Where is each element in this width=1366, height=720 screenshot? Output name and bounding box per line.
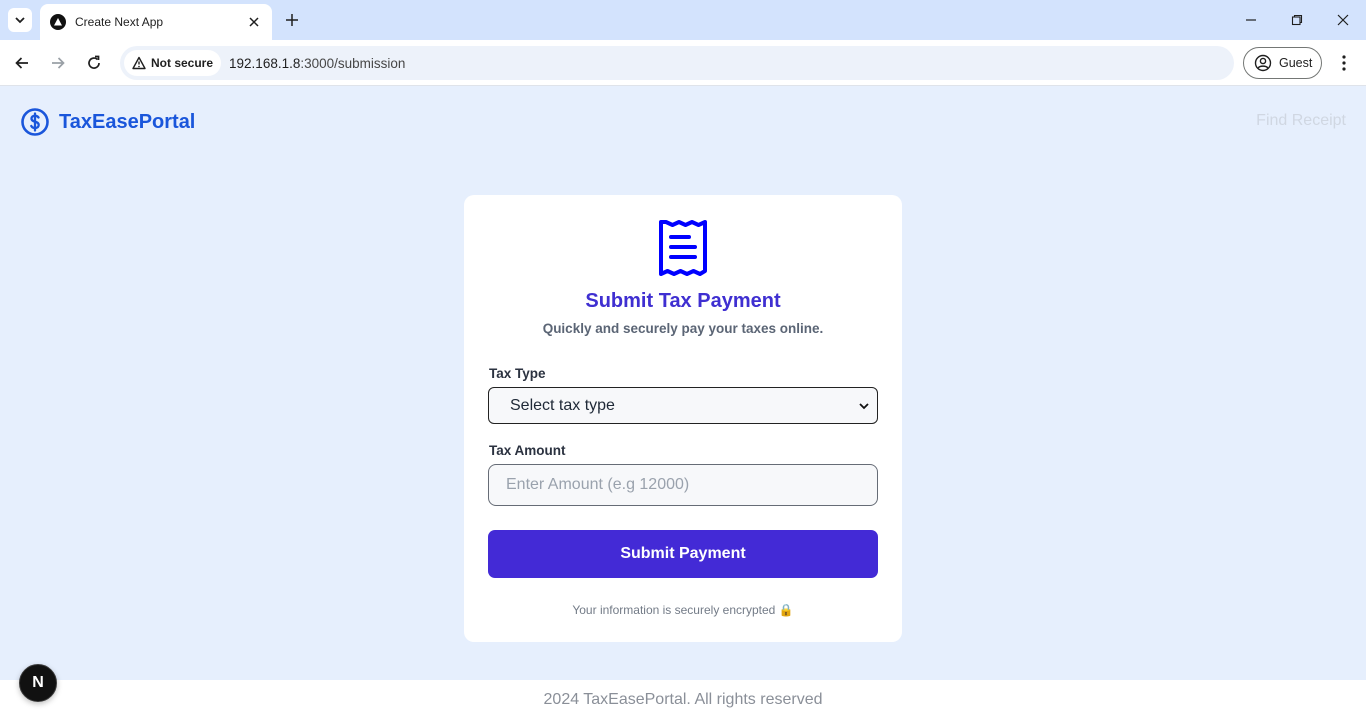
- profile-button[interactable]: Guest: [1243, 47, 1322, 79]
- forward-button[interactable]: [46, 51, 70, 75]
- brand-logo-link[interactable]: TaxEasePortal: [20, 107, 195, 137]
- new-tab-button[interactable]: [282, 10, 302, 30]
- browser-tab-active[interactable]: Create Next App: [40, 4, 272, 40]
- browser-toolbar: Not secure 192.168.1.8:3000/submission G…: [0, 40, 1366, 86]
- profile-icon: [1254, 54, 1272, 72]
- security-label: Not secure: [151, 56, 214, 70]
- secure-note: Your information is securely encrypted 🔒: [572, 603, 794, 617]
- url-path: :3000/submission: [300, 55, 406, 71]
- close-window-icon: [1337, 14, 1349, 26]
- tax-type-selected-value: Select tax type: [510, 396, 615, 414]
- security-chip[interactable]: Not secure: [124, 50, 222, 76]
- brand-name: TaxEasePortal: [59, 110, 196, 133]
- restore-icon: [1291, 14, 1303, 26]
- nextjs-dev-badge-letter: N: [32, 674, 44, 691]
- tab-list-button[interactable]: [8, 8, 32, 32]
- tax-type-label: Tax Type: [489, 366, 546, 381]
- find-receipt-link[interactable]: Find Receipt: [1256, 112, 1346, 130]
- submit-payment-label: Submit Payment: [620, 545, 746, 562]
- card-subtitle: Quickly and securely pay your taxes onli…: [542, 321, 824, 336]
- kebab-menu-icon: [1342, 55, 1346, 71]
- nextjs-favicon-icon: [50, 14, 66, 30]
- submit-payment-button[interactable]: Submit Payment: [488, 530, 878, 578]
- reload-button[interactable]: [82, 51, 106, 75]
- payment-card: Submit Tax Payment Quickly and securely …: [464, 195, 902, 642]
- browser-menu-button[interactable]: [1333, 51, 1355, 75]
- restore-button[interactable]: [1287, 10, 1307, 30]
- plus-icon: [286, 14, 298, 26]
- forward-arrow-icon: [52, 57, 65, 69]
- tax-amount-placeholder: Enter Amount (e.g 12000): [506, 476, 690, 493]
- nextjs-dev-badge[interactable]: N: [19, 664, 57, 702]
- chevron-down-icon: [859, 402, 869, 409]
- address-bar[interactable]: Not secure 192.168.1.8:3000/submission: [120, 46, 1234, 80]
- close-window-button[interactable]: [1333, 10, 1353, 30]
- tab-list-icon: [15, 17, 25, 24]
- tab-close-button[interactable]: [246, 14, 262, 30]
- url-host: 192.168.1.8: [229, 55, 301, 71]
- tax-amount-input[interactable]: Enter Amount (e.g 12000): [488, 464, 878, 506]
- dollar-circle-icon: [21, 108, 49, 136]
- tab-title: Create Next App: [75, 15, 164, 29]
- page-content: TaxEasePortal Find Receipt Submit Tax Pa…: [0, 87, 1366, 720]
- warning-icon: [132, 56, 146, 70]
- footer: 2024 TaxEasePortal. All rights reserved: [0, 680, 1366, 720]
- profile-label: Guest: [1279, 56, 1313, 70]
- tax-type-select[interactable]: Select tax type: [488, 387, 878, 424]
- minimize-button[interactable]: [1241, 10, 1261, 30]
- close-icon: [249, 17, 259, 27]
- browser-tab-bar: Create Next App: [0, 0, 1366, 40]
- card-title: Submit Tax Payment: [585, 290, 781, 312]
- footer-text: 2024 TaxEasePortal. All rights reserved: [543, 691, 823, 708]
- back-button[interactable]: [10, 51, 34, 75]
- tax-amount-label: Tax Amount: [489, 443, 566, 458]
- receipt-icon: [659, 220, 707, 276]
- reload-icon: [88, 55, 100, 69]
- minimize-icon: [1246, 19, 1256, 21]
- back-arrow-icon: [15, 57, 28, 69]
